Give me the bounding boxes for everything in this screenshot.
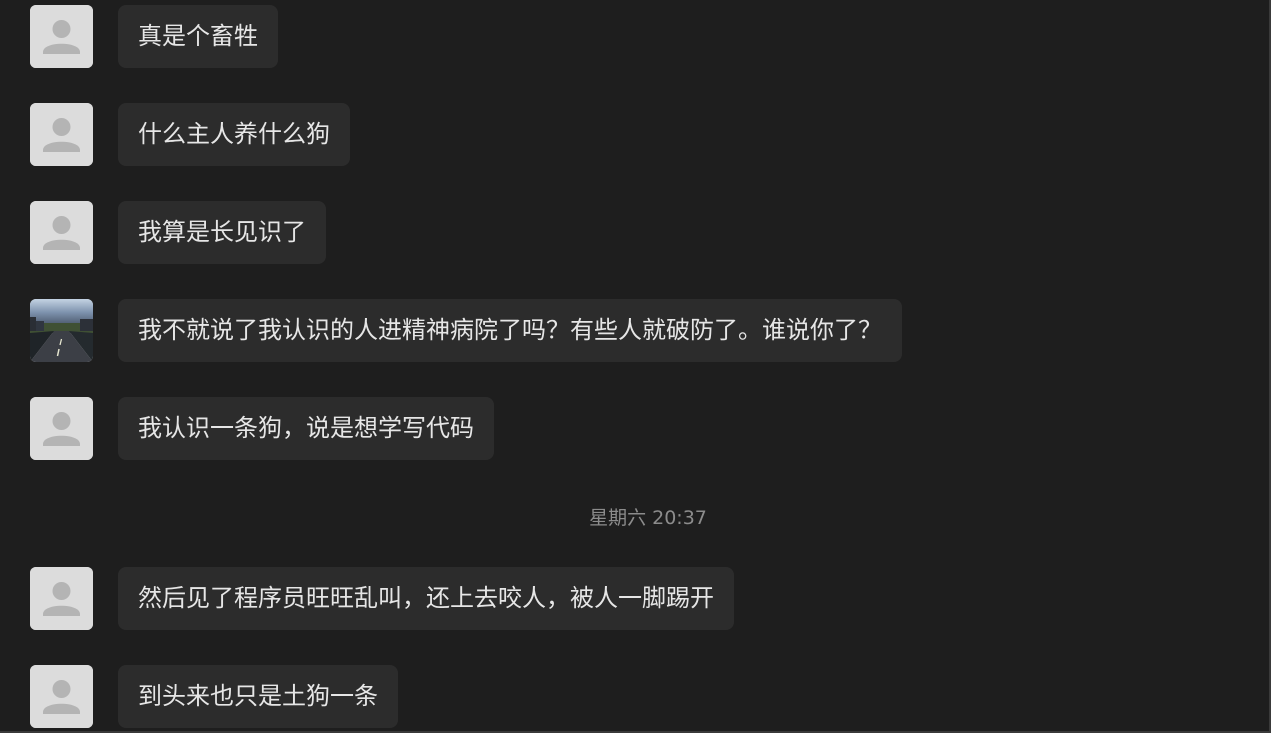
- message-bubble[interactable]: 我不就说了我认识的人进精神病院了吗？有些人就破防了。谁说你了？: [118, 299, 902, 362]
- message-bubble[interactable]: 真是个畜牲: [118, 5, 278, 68]
- message-bubble[interactable]: 到头来也只是土狗一条: [118, 665, 398, 728]
- road-photo-avatar[interactable]: [30, 299, 93, 362]
- default-avatar-icon[interactable]: [30, 567, 93, 630]
- default-avatar-icon[interactable]: [30, 201, 93, 264]
- message-bubble[interactable]: 什么主人养什么狗: [118, 103, 350, 166]
- timestamp-divider: 星期六 20:37: [589, 507, 707, 529]
- default-avatar-icon[interactable]: [30, 103, 93, 166]
- default-avatar-icon[interactable]: [30, 397, 93, 460]
- chat-message-list[interactable]: 真是个畜牲 什么主人养什么狗 我算是长见识了 我不就说了我认识的人进精神病院了吗…: [0, 0, 1271, 733]
- message-bubble[interactable]: 我算是长见识了: [118, 201, 326, 264]
- message-bubble[interactable]: 我认识一条狗，说是想学写代码: [118, 397, 494, 460]
- default-avatar-icon[interactable]: [30, 5, 93, 68]
- message-bubble[interactable]: 然后见了程序员旺旺乱叫，还上去咬人，被人一脚踢开: [118, 567, 734, 630]
- default-avatar-icon[interactable]: [30, 665, 93, 728]
